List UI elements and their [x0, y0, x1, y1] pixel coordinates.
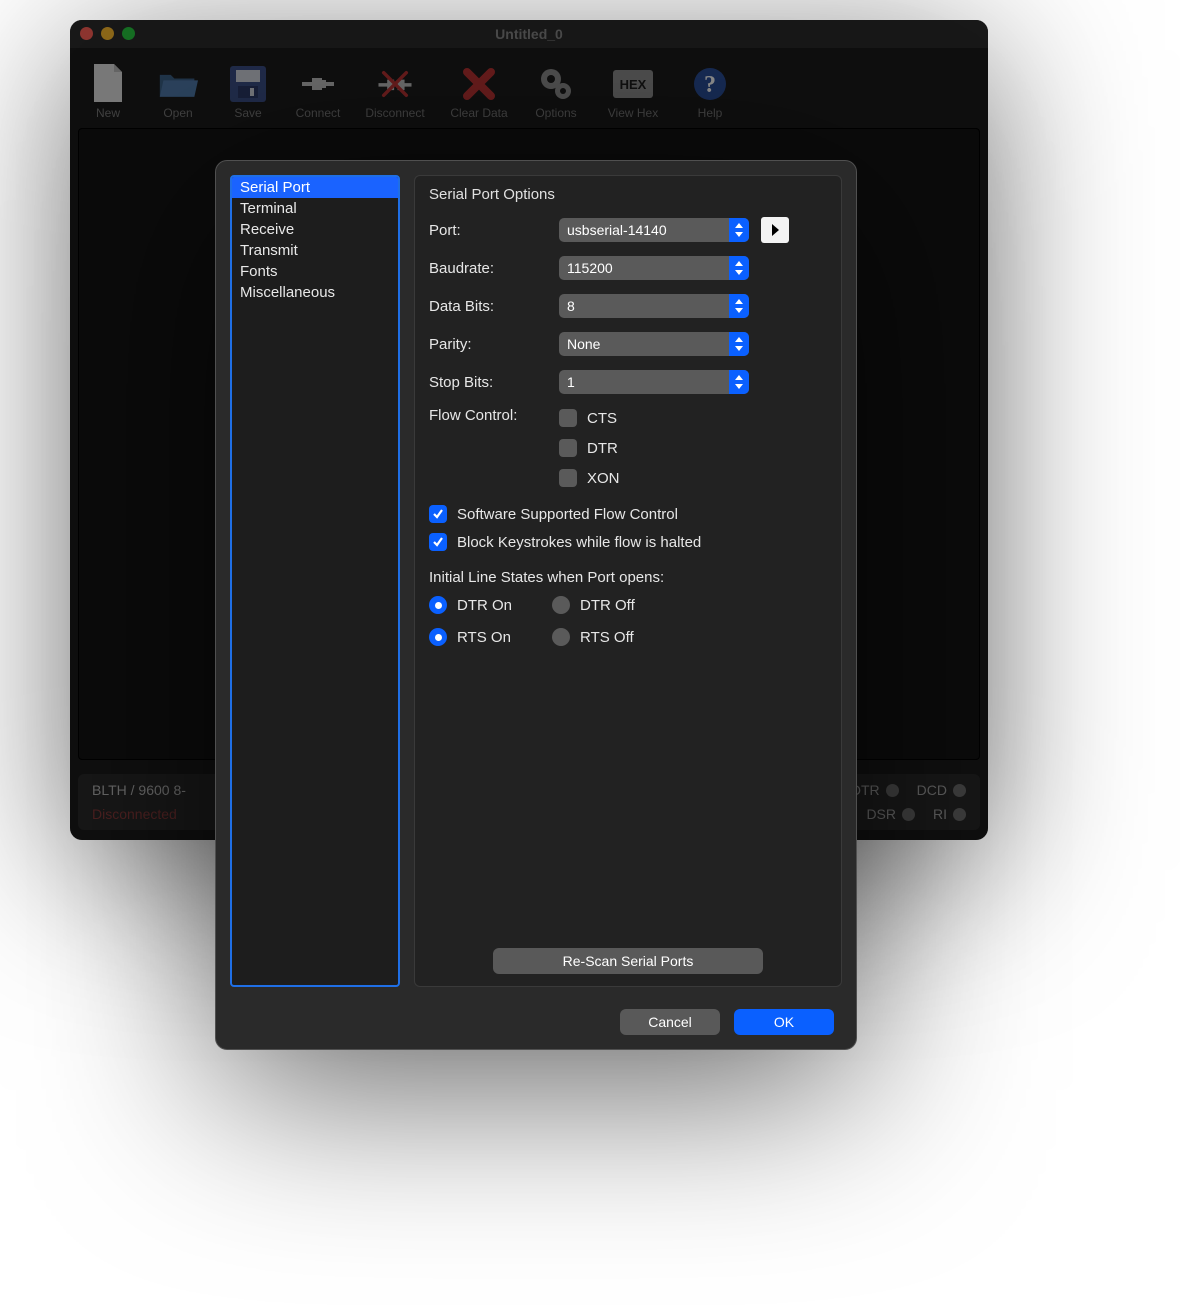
options-panel: Serial Port Options Port: usbserial-1414…: [414, 175, 842, 987]
stopbits-select[interactable]: 1: [559, 370, 749, 394]
ok-button[interactable]: OK: [734, 1009, 834, 1035]
block-keystrokes-checkbox[interactable]: Block Keystrokes while flow is halted: [429, 533, 827, 551]
chevron-updown-icon: [729, 256, 749, 280]
rescan-button[interactable]: Re-Scan Serial Ports: [493, 948, 763, 974]
radio-icon: [552, 596, 570, 614]
chevron-updown-icon: [729, 218, 749, 242]
chevron-updown-icon: [729, 332, 749, 356]
software-flow-checkbox[interactable]: Software Supported Flow Control: [429, 505, 827, 523]
rts-off-radio[interactable]: RTS Off: [552, 628, 635, 646]
checkbox-icon: [559, 439, 577, 457]
baud-select[interactable]: 115200: [559, 256, 749, 280]
sidebar-item-terminal[interactable]: Terminal: [232, 198, 398, 219]
flow-dtr-checkbox[interactable]: DTR: [559, 439, 620, 457]
databits-select[interactable]: 8: [559, 294, 749, 318]
dtr-on-radio[interactable]: DTR On: [429, 596, 512, 614]
flow-cts-checkbox[interactable]: CTS: [559, 409, 620, 427]
checkbox-checked-icon: [429, 505, 447, 523]
initial-states-heading: Initial Line States when Port opens:: [429, 569, 827, 586]
flow-xon-checkbox[interactable]: XON: [559, 469, 620, 487]
port-label: Port:: [429, 222, 559, 239]
databits-label: Data Bits:: [429, 298, 559, 315]
radio-selected-icon: [429, 596, 447, 614]
port-extra-menu-button[interactable]: [761, 217, 789, 243]
baud-label: Baudrate:: [429, 260, 559, 277]
sidebar-item-receive[interactable]: Receive: [232, 219, 398, 240]
stopbits-label: Stop Bits:: [429, 374, 559, 391]
radio-selected-icon: [429, 628, 447, 646]
options-sidebar: Serial Port Terminal Receive Transmit Fo…: [230, 175, 400, 987]
checkbox-checked-icon: [429, 533, 447, 551]
radio-icon: [552, 628, 570, 646]
checkbox-icon: [559, 469, 577, 487]
checkbox-icon: [559, 409, 577, 427]
parity-label: Parity:: [429, 336, 559, 353]
sidebar-item-miscellaneous[interactable]: Miscellaneous: [232, 282, 398, 303]
chevron-updown-icon: [729, 370, 749, 394]
sidebar-item-transmit[interactable]: Transmit: [232, 240, 398, 261]
chevron-updown-icon: [729, 294, 749, 318]
dtr-off-radio[interactable]: DTR Off: [552, 596, 635, 614]
sidebar-item-fonts[interactable]: Fonts: [232, 261, 398, 282]
options-dialog: Serial Port Terminal Receive Transmit Fo…: [215, 160, 857, 1050]
sidebar-item-serial-port[interactable]: Serial Port: [232, 177, 398, 198]
port-select[interactable]: usbserial-14140: [559, 218, 749, 242]
cancel-button[interactable]: Cancel: [620, 1009, 720, 1035]
parity-select[interactable]: None: [559, 332, 749, 356]
flow-label: Flow Control:: [429, 407, 559, 424]
rts-on-radio[interactable]: RTS On: [429, 628, 512, 646]
panel-title: Serial Port Options: [429, 186, 827, 203]
